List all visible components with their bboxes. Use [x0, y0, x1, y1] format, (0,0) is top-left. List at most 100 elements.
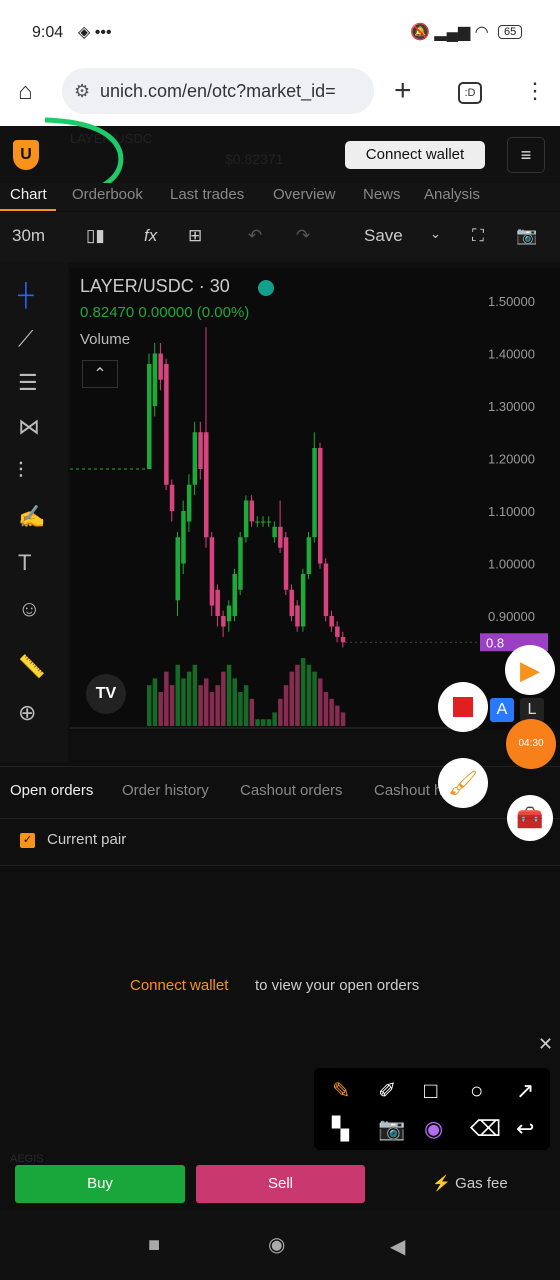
highlighter-icon[interactable]: ✐: [378, 1078, 396, 1104]
eraser-icon[interactable]: ⌫: [470, 1116, 501, 1142]
rectangle-icon[interactable]: □: [424, 1078, 437, 1104]
candle-body: [335, 626, 340, 637]
tabs-icon[interactable]: :D: [458, 82, 482, 104]
layouts-icon[interactable]: ⊞: [188, 226, 202, 246]
volume-bar: [261, 719, 266, 726]
active-tab-indicator: [0, 209, 56, 211]
tab-orderbook[interactable]: Orderbook: [72, 186, 143, 203]
candle-body: [152, 353, 158, 406]
candle-body: [198, 432, 203, 469]
candle-body: [272, 526, 277, 538]
new-tab-icon[interactable]: +: [394, 74, 412, 108]
redo-icon[interactable]: ↷: [296, 226, 310, 246]
stop-button[interactable]: [438, 682, 488, 732]
candle-body: [243, 500, 249, 538]
fib-icon[interactable]: ☰: [18, 370, 38, 396]
empty-orders-message: to view your open orders: [255, 977, 420, 994]
price-faded: $0.82371: [225, 151, 284, 167]
trend-line-icon[interactable]: ⟋: [18, 326, 33, 352]
home-nav-icon[interactable]: ◉: [268, 1232, 285, 1257]
candle-type-icon[interactable]: ▯▮: [86, 226, 105, 246]
undo-drawing-icon[interactable]: ↩: [516, 1116, 534, 1142]
candle-body: [175, 537, 180, 601]
indicators-icon[interactable]: fx: [144, 226, 157, 246]
site-settings-icon[interactable]: ⚙: [74, 68, 90, 114]
volume-bar: [158, 692, 163, 726]
more-icon[interactable]: ⋮: [524, 78, 546, 104]
zoom-in-icon[interactable]: ⊕: [18, 700, 36, 726]
lightning-icon: ⚡: [432, 1175, 456, 1192]
back-icon[interactable]: ◀: [390, 1234, 405, 1259]
candle-body: [312, 448, 317, 538]
color-picker-icon[interactable]: ◉: [424, 1116, 443, 1142]
tab-chart[interactable]: Chart: [10, 186, 47, 203]
tab-analysis[interactable]: Analysis: [424, 186, 480, 203]
toolbox-fab[interactable]: 🧰: [507, 795, 553, 841]
emoji-icon[interactable]: ☺: [18, 596, 40, 622]
tab-order-history[interactable]: Order history: [122, 782, 209, 799]
home-icon[interactable]: ⌂: [18, 78, 33, 106]
fullscreen-icon[interactable]: ⛶: [472, 226, 484, 246]
candle-body: [249, 500, 255, 522]
pen-icon[interactable]: ✎: [332, 1078, 350, 1104]
buy-button[interactable]: Buy: [15, 1165, 185, 1203]
candle-body: [306, 537, 312, 574]
crosshair-icon[interactable]: ┼: [18, 282, 34, 308]
tab-last-trades[interactable]: Last trades: [170, 186, 244, 203]
save-button[interactable]: Save: [364, 226, 403, 246]
candle-body: [147, 364, 152, 469]
volume-bar: [335, 705, 340, 726]
mosaic-icon[interactable]: ▚: [332, 1116, 349, 1142]
current-pair-checkbox[interactable]: ✓: [20, 833, 35, 848]
screenshot-icon[interactable]: 📷: [378, 1116, 405, 1142]
candles-svg: 1.50000 1.40000 1.30000 1.20000 1.10000 1.000…: [70, 294, 548, 729]
connect-wallet-link[interactable]: Connect wallet: [130, 977, 228, 994]
gas-fee-button[interactable]: ⚡ Gas fee: [400, 1165, 540, 1203]
tab-overview[interactable]: Overview: [273, 186, 336, 203]
a-button[interactable]: A: [490, 698, 514, 722]
sell-button[interactable]: Sell: [196, 1165, 365, 1203]
price-chart[interactable]: LAYER/USDC · 30 0.82470 0.00000 (0.00%) …: [70, 268, 560, 730]
menu-button[interactable]: ≡: [507, 137, 545, 173]
pattern-icon[interactable]: ⋈: [18, 414, 40, 440]
circle-icon[interactable]: ○: [470, 1078, 483, 1104]
volume-bar: [181, 678, 186, 726]
connect-wallet-button[interactable]: Connect wallet: [345, 141, 485, 169]
play-button[interactable]: ▶: [505, 645, 555, 695]
tab-news[interactable]: News: [363, 186, 401, 203]
close-icon[interactable]: ✕: [538, 1034, 553, 1055]
volume-bar: [204, 678, 209, 726]
save-dropdown-icon[interactable]: ⌄: [430, 226, 441, 242]
candle-body: [226, 605, 232, 622]
candle-body: [209, 537, 215, 606]
candle-body: [289, 589, 294, 616]
candle-body: [232, 574, 237, 616]
volume-bar: [226, 664, 232, 726]
url-field[interactable]: ⚙ unich.com/en/otc?market_id=: [62, 68, 374, 114]
volume-bar: [340, 712, 346, 726]
volume-bar: [249, 698, 255, 726]
volume-bar: [289, 671, 294, 726]
recording-timer[interactable]: 04:30: [506, 719, 556, 769]
y-tick-label: 1.10000: [488, 504, 535, 519]
tab-cashout-orders[interactable]: Cashout orders: [240, 782, 343, 799]
arrow-icon[interactable]: ↗: [516, 1078, 534, 1104]
text-icon[interactable]: T: [18, 550, 31, 576]
status-bar: 9:04 ◈ ••• 🔕 ▂▄▆ ◠ 65: [0, 0, 560, 66]
volume-bar: [300, 658, 306, 726]
ruler-icon[interactable]: 📏: [18, 654, 45, 680]
unich-logo[interactable]: U: [13, 140, 39, 170]
candle-body: [169, 484, 175, 511]
brush-icon[interactable]: ✍: [18, 504, 45, 530]
brush-fab[interactable]: 🖌: [438, 758, 488, 808]
camera-icon[interactable]: 📷: [516, 226, 537, 246]
prediction-icon[interactable]: ⫶: [18, 458, 24, 484]
candle-body: [323, 563, 329, 616]
recents-icon[interactable]: ■: [148, 1234, 160, 1257]
volume-bar: [283, 685, 289, 726]
undo-icon[interactable]: ↶: [248, 226, 262, 246]
drawing-overlay-toolbar: ✎ ✐ □ ○ ↗ ▚ 📷 ◉ ⌫ ↩: [314, 1068, 550, 1150]
volume-bar: [192, 664, 198, 726]
interval-button[interactable]: 30m: [12, 226, 45, 246]
tab-open-orders[interactable]: Open orders: [10, 782, 93, 799]
